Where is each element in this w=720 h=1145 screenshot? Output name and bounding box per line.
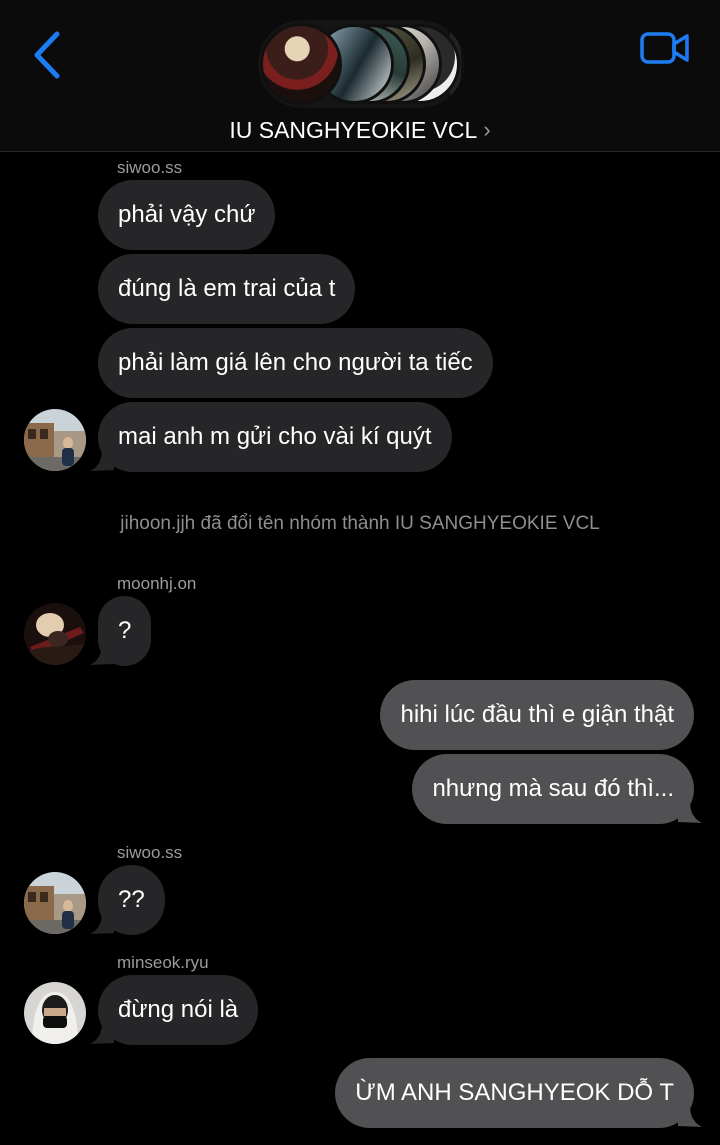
sender-name: moonhj.on: [117, 574, 197, 593]
sent-message-bubble[interactable]: nhưng mà sau đó thì...: [412, 754, 694, 824]
group-title-button[interactable]: IU SANGHYEOKIE VCL ›: [0, 113, 720, 147]
message-bubble[interactable]: đúng là em trai của t: [98, 254, 356, 324]
message-bubble[interactable]: phải vậy chứ: [98, 180, 276, 250]
bubble-tail: [678, 802, 702, 823]
video-call-icon: [640, 32, 689, 64]
sender-name: minseok.ryu: [117, 953, 209, 972]
sender-name: siwoo.ss: [117, 843, 183, 862]
avatar-image: [24, 982, 86, 1044]
group-member-avatar: [260, 23, 342, 105]
avatar-minseok[interactable]: [24, 982, 86, 1044]
message-bubble[interactable]: mai anh m gửi cho vài kí quýt: [98, 402, 452, 472]
bubble-tail: [90, 1023, 114, 1044]
chat-header: IU SANGHYEOKIE VCL ›: [0, 0, 720, 152]
message-bubble[interactable]: phải làm giá lên cho người ta tiếc: [98, 328, 493, 398]
chevron-right-icon: ›: [483, 117, 491, 142]
avatar-moonhj[interactable]: [24, 603, 86, 665]
group-avatar-stack[interactable]: [258, 20, 464, 108]
avatar-siwoo[interactable]: [24, 872, 86, 934]
sent-message-bubble[interactable]: ỪM ANH SANGHYEOK DỖ T: [335, 1058, 694, 1128]
group-name: IU SANGHYEOKIE VCL: [229, 116, 478, 143]
sent-message-bubble[interactable]: hihi lúc đầu thì e giận thật: [380, 680, 694, 750]
chat-screen: IU SANGHYEOKIE VCL › siwoo.ss phải vậy c…: [0, 0, 720, 1145]
avatar-image: [24, 603, 86, 665]
bubble-tail: [90, 913, 114, 934]
video-call-button[interactable]: [636, 26, 694, 70]
avatar-image: [24, 409, 86, 471]
message-bubble[interactable]: đừng nói là: [98, 975, 259, 1045]
avatar-siwoo[interactable]: [24, 409, 86, 471]
system-message: jihoon.jjh đã đổi tên nhóm thành IU SANG…: [120, 513, 600, 534]
avatar-image: [24, 872, 86, 934]
chevron-left-icon: [34, 31, 60, 79]
back-button[interactable]: [22, 28, 72, 82]
sender-name: siwoo.ss: [117, 158, 183, 177]
bubble-tail: [90, 450, 114, 471]
bubble-tail: [678, 1106, 702, 1127]
bubble-tail: [90, 644, 114, 665]
